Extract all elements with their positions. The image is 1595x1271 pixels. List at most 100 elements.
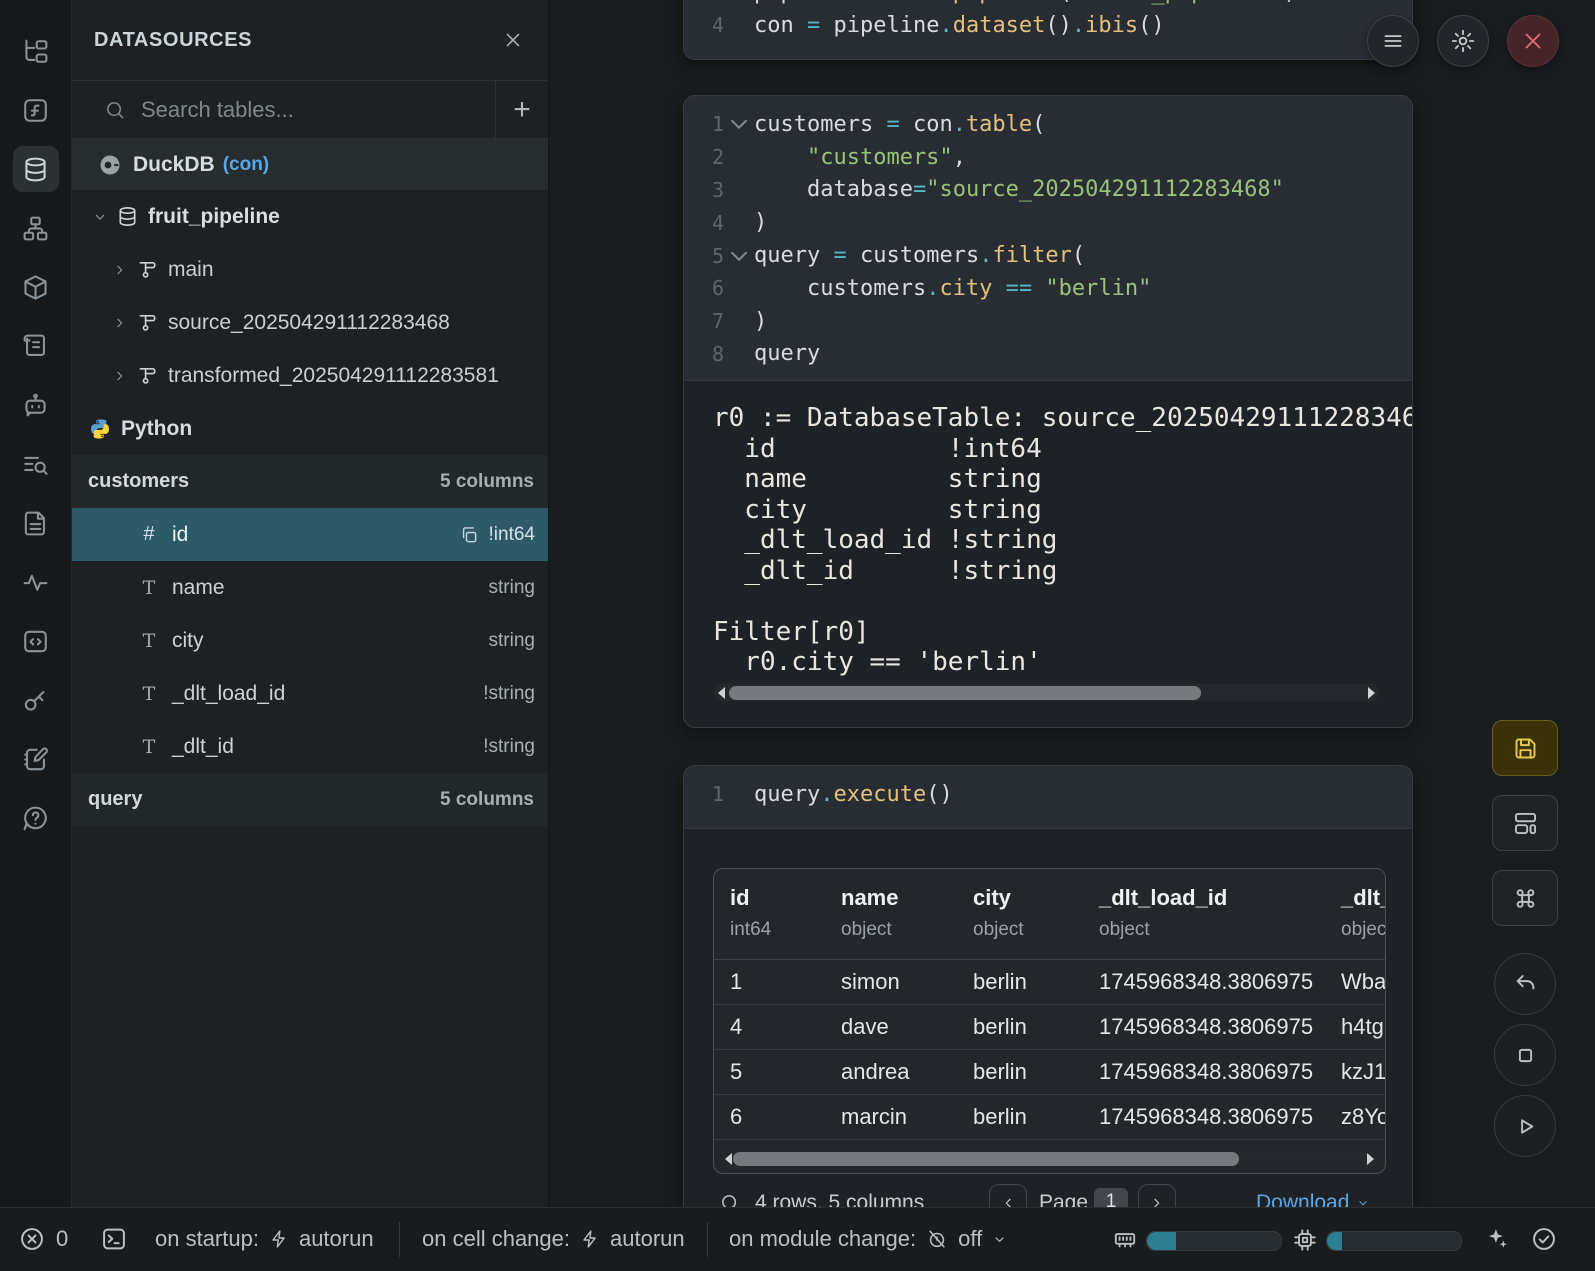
table-cell: kzJ1: [1341, 1059, 1386, 1085]
code-editor[interactable]: 3pipeline = dlt.pipeline("fruit_pipeline…: [684, 0, 1412, 52]
column-header-_dlt_id[interactable]: _dlt_id: [1341, 885, 1386, 911]
python-logo-icon: [88, 417, 112, 441]
activity-item-notebook-pen[interactable]: [13, 736, 59, 782]
notebook-pen-icon: [21, 745, 50, 774]
settings-button[interactable]: [1437, 15, 1489, 67]
undo-button[interactable]: [1494, 953, 1556, 1015]
activity-item-activity[interactable]: [13, 559, 59, 605]
shutdown-button[interactable]: [1507, 15, 1559, 67]
scroll-left-arrow-icon[interactable]: [718, 687, 725, 699]
tree-item-main[interactable]: main: [72, 243, 548, 296]
scroll-right-arrow-icon[interactable]: [1367, 1153, 1374, 1165]
activity-item-key[interactable]: [13, 677, 59, 723]
table-item-customers[interactable]: customers 5 columns: [72, 455, 548, 508]
search-icon[interactable]: [719, 1192, 741, 1208]
activity-item-scroll-text[interactable]: [13, 323, 59, 369]
horizontal-scrollbar[interactable]: [714, 684, 1379, 701]
schema-icon: [136, 258, 159, 281]
connection-duckdb[interactable]: DuckDB (con): [72, 139, 548, 190]
result-table: idint64nameobjectcityobject_dlt_load_ido…: [713, 868, 1386, 1174]
connection-variable: (con): [223, 154, 269, 176]
error-indicator[interactable]: 0: [18, 1208, 68, 1270]
prev-page-button[interactable]: [989, 1184, 1027, 1208]
terminal-button[interactable]: [100, 1208, 128, 1270]
column-item-name[interactable]: Tnamestring: [72, 561, 548, 614]
scrollbar-thumb[interactable]: [733, 1152, 1239, 1166]
code-editor[interactable]: 1 query.execute(): [684, 766, 1412, 821]
tree-item-label: source_202504291112283468: [168, 311, 450, 335]
terminal-icon: [100, 1225, 128, 1253]
on-cell-change-value: autorun: [610, 1226, 685, 1252]
column-name: city: [172, 629, 204, 653]
horizontal-scrollbar[interactable]: [721, 1150, 1378, 1167]
search-tables-input[interactable]: [139, 96, 495, 124]
column-dtype: object: [973, 919, 1024, 941]
on-cell-change-setting[interactable]: on cell change: autorun: [422, 1208, 685, 1270]
column-header-name[interactable]: name: [841, 885, 898, 911]
panel-close-button[interactable]: [502, 29, 524, 51]
table-cell: h4tg: [1341, 1014, 1384, 1040]
table-row[interactable]: 6marcinberlin1745968348.3806975z8Yo: [714, 1095, 1385, 1140]
activity-item-bot[interactable]: [13, 382, 59, 428]
layout-toggle-button[interactable]: [1492, 795, 1558, 851]
schema-icon: [136, 364, 159, 387]
next-page-button[interactable]: [1138, 1184, 1176, 1208]
activity-item-function-square[interactable]: [13, 87, 59, 133]
code-cell-2: 1customers = con.table(2 "customers",3 d…: [683, 95, 1413, 728]
table-name: query: [88, 788, 142, 811]
notebook-area: 3pipeline = dlt.pipeline("fruit_pipeline…: [549, 0, 1595, 1208]
result-table-body: 1simonberlin1745968348.3806975Wba4davebe…: [714, 960, 1385, 1140]
table-row[interactable]: 4daveberlin1745968348.3806975h4tg: [714, 1005, 1385, 1050]
on-module-change-setting[interactable]: on module change: off: [729, 1208, 1007, 1270]
code-text: query: [754, 341, 820, 366]
activity-item-network[interactable]: [13, 205, 59, 251]
save-button[interactable]: [1492, 720, 1558, 776]
activity-item-file-tree[interactable]: [13, 28, 59, 74]
activity-item-square-code[interactable]: [13, 618, 59, 664]
table-item-query[interactable]: query 5 columns: [72, 773, 548, 826]
activity-item-help-circle[interactable]: [13, 795, 59, 841]
scroll-left-arrow-icon[interactable]: [725, 1153, 732, 1165]
notebook-menu-button[interactable]: [1367, 15, 1419, 67]
fold-chevron-icon[interactable]: [724, 109, 754, 139]
fold-chevron-icon[interactable]: [724, 241, 754, 271]
line-number: 1: [684, 782, 724, 806]
run-button[interactable]: [1494, 1095, 1556, 1157]
table-row[interactable]: 5andreaberlin1745968348.3806975kzJ1: [714, 1050, 1385, 1095]
column-item-city[interactable]: Tcitystring: [72, 614, 548, 667]
database-icon: [116, 205, 139, 228]
column-item-_dlt_id[interactable]: T_dlt_id!string: [72, 720, 548, 773]
tree-item-source_202504291112283468[interactable]: source_202504291112283468: [72, 296, 548, 349]
add-datasource-button[interactable]: +: [496, 81, 548, 138]
tree-item-label: transformed_202504291112283581: [168, 364, 499, 388]
connection-status-button[interactable]: [1530, 1208, 1558, 1270]
column-item-_dlt_load_id[interactable]: T_dlt_load_id!string: [72, 667, 548, 720]
python-section-header[interactable]: Python: [72, 402, 548, 455]
box-icon: [21, 273, 50, 302]
status-bar: 0 on startup: autorun on cell change: au…: [0, 1207, 1595, 1271]
undo-icon: [1512, 971, 1539, 998]
ai-assistant-button[interactable]: [1484, 1208, 1510, 1270]
scroll-right-arrow-icon[interactable]: [1368, 687, 1375, 699]
activity-item-file-text[interactable]: [13, 500, 59, 546]
page-number[interactable]: 1: [1094, 1188, 1128, 1208]
tree-item-transformed_202504291112283581[interactable]: transformed_202504291112283581: [72, 349, 548, 402]
code-editor[interactable]: 1customers = con.table(2 "customers",3 d…: [684, 96, 1412, 380]
code-cell-3: 1query.execute() idint64nameobjectcityob…: [683, 765, 1413, 1208]
column-header-_dlt_load_id[interactable]: _dlt_load_id: [1099, 885, 1227, 911]
tree-item-fruit_pipeline[interactable]: fruit_pipeline: [72, 190, 548, 243]
scrollbar-thumb[interactable]: [729, 686, 1201, 700]
column-header-city[interactable]: city: [973, 885, 1011, 911]
activity-item-box[interactable]: [13, 264, 59, 310]
stop-button[interactable]: [1494, 1024, 1556, 1086]
function-square-icon: [21, 96, 50, 125]
column-header-id[interactable]: id: [730, 885, 750, 911]
activity-item-database[interactable]: [13, 146, 59, 192]
on-startup-setting[interactable]: on startup: autorun: [155, 1208, 374, 1270]
activity-item-list-search[interactable]: [13, 441, 59, 487]
command-palette-button[interactable]: [1492, 870, 1558, 926]
download-link[interactable]: Download: [1256, 1191, 1370, 1208]
column-item-id[interactable]: #id!int64: [72, 508, 548, 561]
table-row[interactable]: 1simonberlin1745968348.3806975Wba: [714, 960, 1385, 1005]
code-text: query.execute(): [754, 782, 953, 807]
